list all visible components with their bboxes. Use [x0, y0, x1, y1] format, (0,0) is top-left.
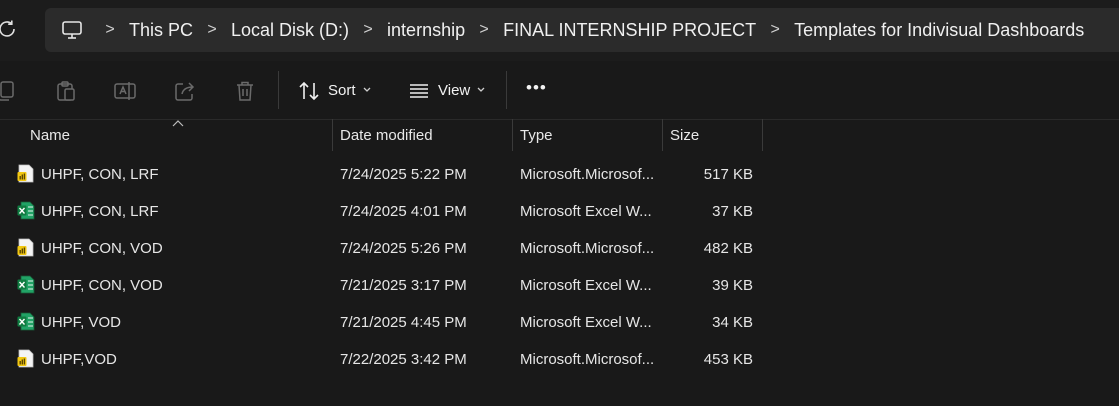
- excel-file-icon: [17, 201, 35, 220]
- excel-file-icon: [17, 312, 35, 331]
- breadcrumb-local-disk[interactable]: Local Disk (D:): [228, 20, 352, 41]
- this-pc-icon[interactable]: [60, 18, 84, 42]
- chevron-right-icon[interactable]: >: [359, 21, 377, 39]
- file-size: 453 KB: [703, 351, 753, 368]
- file-row[interactable]: UHPF, CON, VOD 7/24/2025 5:26 PM Microso…: [0, 231, 1119, 268]
- file-type: Microsoft Excel W...: [520, 314, 652, 331]
- file-type: Microsoft Excel W...: [520, 277, 652, 294]
- command-bar: Sort View •••: [0, 61, 1119, 120]
- file-row[interactable]: UHPF, CON, LRF 7/24/2025 5:22 PM Microso…: [0, 157, 1119, 194]
- file-name[interactable]: UHPF, CON, LRF: [41, 166, 326, 183]
- sort-label[interactable]: Sort: [328, 82, 356, 99]
- file-name[interactable]: UHPF, CON, VOD: [41, 277, 326, 294]
- pbix-file-icon: [17, 238, 34, 257]
- view-icon[interactable]: [407, 79, 431, 103]
- pbix-file-icon: [17, 349, 34, 368]
- column-resize-handle[interactable]: [662, 119, 663, 151]
- column-header-row: Name Date modified Type Size: [0, 119, 1119, 151]
- file-size: 482 KB: [703, 240, 753, 257]
- column-header-name[interactable]: Name: [30, 127, 70, 144]
- breadcrumb-final-project[interactable]: FINAL INTERNSHIP PROJECT: [500, 20, 759, 41]
- chevron-down-icon[interactable]: [362, 84, 372, 94]
- view-label[interactable]: View: [438, 82, 470, 99]
- file-type: Microsoft.Microsof...: [520, 240, 655, 257]
- file-row[interactable]: UHPF,VOD 7/22/2025 3:42 PM Microsoft.Mic…: [0, 342, 1119, 379]
- file-row[interactable]: UHPF, VOD 7/21/2025 4:45 PM Microsoft Ex…: [0, 305, 1119, 342]
- column-header-type[interactable]: Type: [520, 127, 553, 144]
- file-date-modified: 7/22/2025 3:42 PM: [340, 351, 467, 368]
- file-type: Microsoft Excel W...: [520, 203, 652, 220]
- file-size: 39 KB: [712, 277, 753, 294]
- file-size: 517 KB: [703, 166, 753, 183]
- file-name[interactable]: UHPF, CON, LRF: [41, 203, 326, 220]
- chevron-down-icon[interactable]: [476, 84, 486, 94]
- column-header-size[interactable]: Size: [670, 127, 699, 144]
- file-row[interactable]: UHPF, CON, VOD 7/21/2025 3:17 PM Microso…: [0, 268, 1119, 305]
- file-row[interactable]: UHPF, CON, LRF 7/24/2025 4:01 PM Microso…: [0, 194, 1119, 231]
- breadcrumb-templates[interactable]: Templates for Indivisual Dashboards: [791, 20, 1087, 41]
- column-resize-handle[interactable]: [512, 119, 513, 151]
- excel-file-icon: [17, 275, 35, 294]
- pbix-file-icon: [17, 164, 34, 183]
- file-name[interactable]: UHPF, VOD: [41, 314, 326, 331]
- file-type: Microsoft.Microsof...: [520, 166, 655, 183]
- delete-icon[interactable]: [233, 79, 257, 103]
- sort-ascending-icon: [172, 120, 184, 127]
- file-size: 37 KB: [712, 203, 753, 220]
- chevron-right-icon[interactable]: >: [766, 21, 784, 39]
- file-name[interactable]: UHPF,VOD: [41, 351, 326, 368]
- share-icon[interactable]: [173, 79, 197, 103]
- file-date-modified: 7/24/2025 5:22 PM: [340, 166, 467, 183]
- sort-icon[interactable]: [297, 79, 321, 103]
- column-resize-handle[interactable]: [762, 119, 763, 151]
- file-date-modified: 7/21/2025 4:45 PM: [340, 314, 467, 331]
- column-header-date-modified[interactable]: Date modified: [340, 127, 433, 144]
- rename-icon[interactable]: [113, 79, 137, 103]
- file-date-modified: 7/21/2025 3:17 PM: [340, 277, 467, 294]
- breadcrumb-this-pc[interactable]: This PC: [126, 20, 196, 41]
- more-options-button[interactable]: •••: [526, 78, 547, 98]
- file-type: Microsoft.Microsof...: [520, 351, 655, 368]
- file-date-modified: 7/24/2025 4:01 PM: [340, 203, 467, 220]
- breadcrumb[interactable]: > This PC > Local Disk (D:) > internship…: [45, 8, 1119, 52]
- file-name[interactable]: UHPF, CON, VOD: [41, 240, 326, 257]
- toolbar-divider: [278, 71, 279, 109]
- breadcrumb-internship[interactable]: internship: [384, 20, 468, 41]
- chevron-right-icon[interactable]: >: [101, 21, 119, 39]
- paste-icon[interactable]: [54, 79, 78, 103]
- chevron-right-icon[interactable]: >: [203, 21, 221, 39]
- address-bar-area: > This PC > Local Disk (D:) > internship…: [0, 0, 1119, 61]
- toolbar-divider: [506, 71, 507, 109]
- chevron-right-icon[interactable]: >: [475, 21, 493, 39]
- file-size: 34 KB: [712, 314, 753, 331]
- refresh-icon[interactable]: [0, 18, 18, 40]
- column-resize-handle[interactable]: [332, 119, 333, 151]
- copy-icon[interactable]: [0, 79, 18, 103]
- file-date-modified: 7/24/2025 5:26 PM: [340, 240, 467, 257]
